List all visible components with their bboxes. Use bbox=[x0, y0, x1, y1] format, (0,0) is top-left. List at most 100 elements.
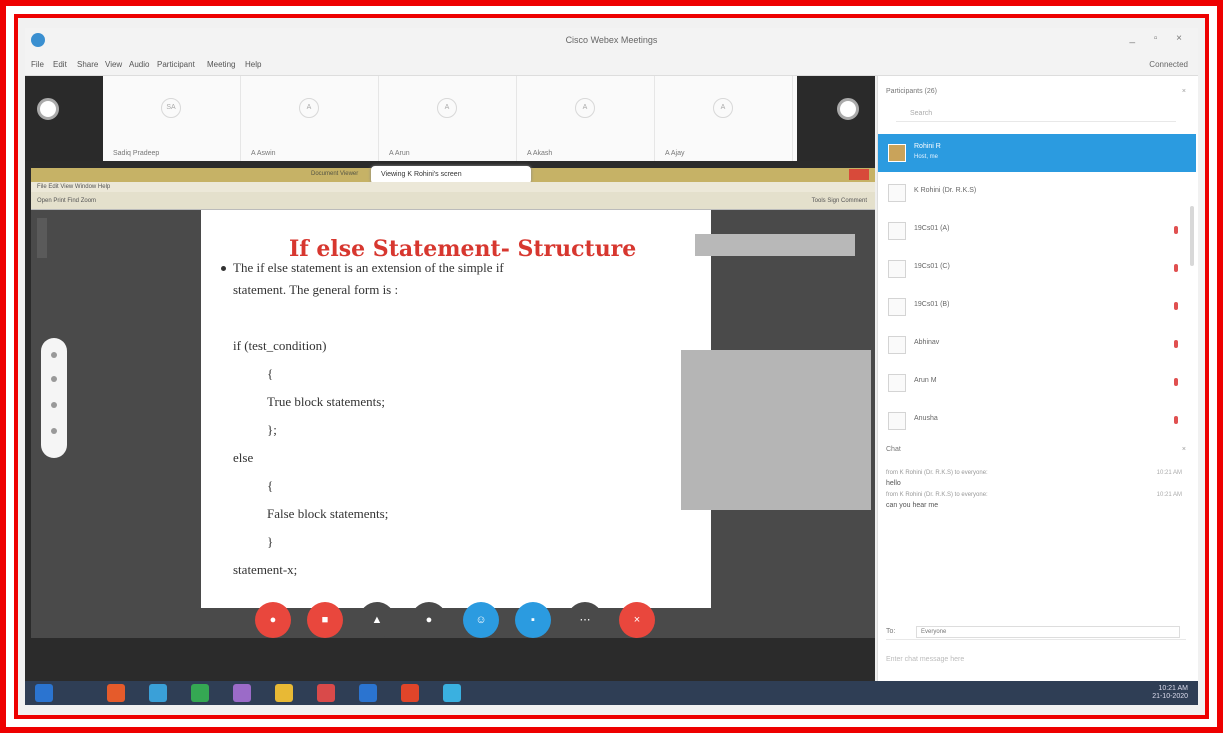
video-thumb[interactable]: A A Ajay bbox=[655, 76, 793, 161]
participant-row[interactable]: 19Cs01 (A) bbox=[878, 212, 1196, 250]
powerpoint-icon[interactable] bbox=[401, 684, 419, 702]
code-line: } bbox=[267, 534, 274, 549]
participant-name: K Rohini (Dr. R.K.S) bbox=[914, 187, 977, 194]
start-icon[interactable] bbox=[35, 684, 53, 702]
participants-button[interactable]: ☺ bbox=[463, 602, 499, 638]
share-button[interactable]: ▲ bbox=[359, 602, 395, 638]
overlay-panel bbox=[681, 350, 871, 510]
chat-collapse-icon[interactable]: × bbox=[1182, 446, 1186, 453]
thumbnail-strip bbox=[37, 218, 47, 258]
mute-button[interactable]: ● bbox=[255, 602, 291, 638]
leave-button[interactable]: × bbox=[619, 602, 655, 638]
connection-status[interactable]: Connected bbox=[1149, 60, 1188, 69]
menu-meeting[interactable]: Meeting bbox=[207, 60, 235, 69]
recipient-select[interactable]: Everyone bbox=[916, 626, 1180, 638]
code-line: if (test_condition) bbox=[233, 338, 327, 353]
file-explorer-icon[interactable] bbox=[275, 684, 293, 702]
more-button[interactable]: ⋯ bbox=[567, 602, 603, 638]
chat-button[interactable]: ▪ bbox=[515, 602, 551, 638]
zoom-fit-icon[interactable] bbox=[51, 402, 57, 408]
participant-row[interactable]: Rohini R Host, me bbox=[878, 134, 1196, 172]
muted-mic-icon[interactable] bbox=[1174, 264, 1178, 272]
shared-window-titlebar: Document Viewer Viewing K Rohini's scree… bbox=[31, 166, 875, 184]
zoom-reset-icon[interactable] bbox=[51, 376, 57, 382]
participant-row[interactable]: 19Cs01 (B) bbox=[878, 288, 1196, 326]
mute-icon: ● bbox=[269, 614, 277, 626]
close-icon: × bbox=[633, 614, 641, 626]
chat-sender: from K Rohini (Dr. R.K.S) to everyone: bbox=[886, 492, 988, 498]
menu-share[interactable]: Share bbox=[77, 60, 98, 69]
zoom-control[interactable] bbox=[41, 338, 67, 458]
thumb-label: Sadiq Pradeep bbox=[113, 150, 160, 157]
avatar: A bbox=[437, 98, 457, 118]
chat-header[interactable]: Chat bbox=[886, 446, 901, 453]
menu-view[interactable]: View bbox=[105, 60, 122, 69]
app-blue-icon[interactable] bbox=[443, 684, 461, 702]
thumb-label: A Arun bbox=[389, 150, 410, 157]
word-icon[interactable] bbox=[359, 684, 377, 702]
title-bar: Cisco Webex Meetings _ ▫ × bbox=[25, 28, 1198, 54]
firefox-icon[interactable] bbox=[107, 684, 125, 702]
chat-input[interactable]: Enter chat message here bbox=[886, 652, 1186, 668]
code-line: True block statements; bbox=[267, 394, 385, 409]
participant-row[interactable]: Arun M bbox=[878, 364, 1196, 402]
shared-close-icon bbox=[849, 169, 869, 180]
webex-window: Cisco Webex Meetings _ ▫ × File Edit Sha… bbox=[25, 28, 1198, 705]
participant-row[interactable]: K Rohini (Dr. R.K.S) bbox=[878, 174, 1196, 212]
muted-mic-icon[interactable] bbox=[1174, 416, 1178, 424]
slide-title: If else Statement- Structure bbox=[289, 236, 637, 262]
window-controls[interactable]: _ ▫ × bbox=[1129, 33, 1190, 44]
app-red-icon[interactable] bbox=[317, 684, 335, 702]
code-line: statement-x; bbox=[233, 562, 298, 577]
app-green-icon[interactable] bbox=[191, 684, 209, 702]
filmstrip-next-icon[interactable] bbox=[837, 98, 859, 120]
menu-audio[interactable]: Audio bbox=[129, 60, 149, 69]
menu-participant[interactable]: Participant bbox=[157, 60, 195, 69]
avatar bbox=[888, 260, 906, 278]
avatar bbox=[888, 412, 906, 430]
participant-row[interactable]: Abhinav bbox=[878, 326, 1196, 364]
video-filmstrip: SA Sadiq Pradeep A A Aswin A A Arun A A … bbox=[25, 76, 875, 161]
window-title: Cisco Webex Meetings bbox=[565, 35, 658, 45]
video-thumb[interactable]: A A Arun bbox=[379, 76, 517, 161]
record-button[interactable]: ● bbox=[411, 602, 447, 638]
app-purple-icon[interactable] bbox=[233, 684, 251, 702]
menu-file[interactable]: File bbox=[31, 60, 44, 69]
system-clock[interactable]: 10:21 AM 21-10-2020 bbox=[1152, 685, 1188, 701]
participant-row[interactable]: Anusha bbox=[878, 402, 1196, 440]
participant-row[interactable]: 19Cs01 (C) bbox=[878, 250, 1196, 288]
video-thumb[interactable]: SA Sadiq Pradeep bbox=[103, 76, 241, 161]
muted-mic-icon[interactable] bbox=[1174, 340, 1178, 348]
participant-name: 19Cs01 (B) bbox=[914, 301, 950, 308]
avatar bbox=[888, 374, 906, 392]
chat-message: can you hear me bbox=[886, 502, 939, 509]
filmstrip-prev-icon[interactable] bbox=[37, 98, 59, 120]
zoom-in-icon[interactable] bbox=[51, 352, 57, 358]
code-line: { bbox=[267, 478, 274, 493]
code-line: False block statements; bbox=[267, 506, 389, 521]
avatar bbox=[888, 222, 906, 240]
collapse-icon[interactable]: × bbox=[1182, 88, 1186, 95]
chrome-icon[interactable] bbox=[149, 684, 167, 702]
menu-edit[interactable]: Edit bbox=[53, 60, 67, 69]
participants-header[interactable]: Participants (26) bbox=[886, 88, 937, 95]
participant-scrollbar[interactable] bbox=[1190, 206, 1194, 266]
more-icon: ⋯ bbox=[579, 614, 591, 626]
participant-name: 19Cs01 (C) bbox=[914, 263, 950, 270]
muted-mic-icon[interactable] bbox=[1174, 226, 1178, 234]
shared-screen: Document Viewer Viewing K Rohini's scree… bbox=[31, 166, 875, 638]
menu-help[interactable]: Help bbox=[245, 60, 261, 69]
muted-mic-icon[interactable] bbox=[1174, 378, 1178, 386]
participant-search-input[interactable]: Search bbox=[896, 106, 1176, 122]
zoom-out-icon[interactable] bbox=[51, 428, 57, 434]
muted-mic-icon[interactable] bbox=[1174, 302, 1178, 310]
clock-time: 10:21 AM bbox=[1158, 685, 1188, 692]
video-thumb[interactable]: A A Akash bbox=[517, 76, 655, 161]
record-icon: ● bbox=[425, 614, 433, 626]
video-thumb[interactable]: A A Aswin bbox=[241, 76, 379, 161]
to-label: To: bbox=[886, 628, 896, 635]
avatar: A bbox=[575, 98, 595, 118]
filmstrip-right-panel bbox=[797, 76, 875, 161]
participant-name: Arun M bbox=[914, 377, 937, 384]
video-button[interactable]: ■ bbox=[307, 602, 343, 638]
